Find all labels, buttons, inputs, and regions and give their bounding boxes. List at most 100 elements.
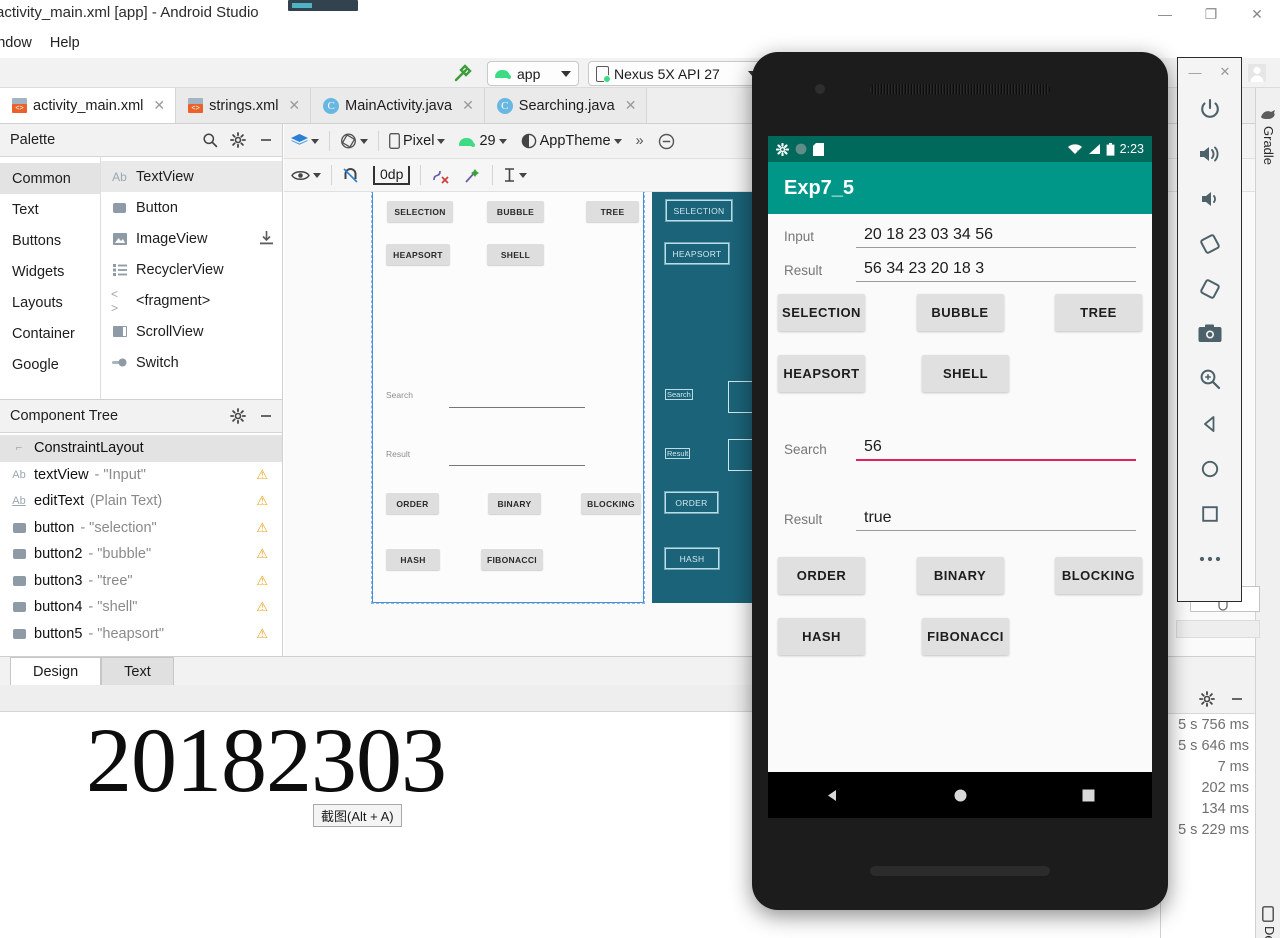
search-icon[interactable] xyxy=(202,132,218,148)
palette-category-containers[interactable]: Container xyxy=(0,318,100,349)
blueprint-button-hash[interactable]: HASH xyxy=(664,547,720,570)
preview-button-order[interactable]: ORDER xyxy=(386,493,439,514)
run-configuration-selector[interactable]: app xyxy=(487,61,579,86)
table-row[interactable]: button3 - "tree" ⚠ xyxy=(0,568,282,595)
floating-capture-widget[interactable] xyxy=(288,0,358,11)
home-icon[interactable] xyxy=(952,787,969,804)
blocking-button[interactable]: BLOCKING xyxy=(1055,557,1142,594)
user-avatar-icon[interactable] xyxy=(1244,60,1270,86)
table-row[interactable]: button5 - "heapsort" ⚠ xyxy=(0,621,282,648)
palette-category-text[interactable]: Text xyxy=(0,194,100,225)
tab-design[interactable]: Design xyxy=(10,657,102,685)
search-result-field[interactable]: true xyxy=(856,509,1136,531)
gear-icon[interactable] xyxy=(230,132,246,148)
close-tab-icon[interactable]: ✕ xyxy=(625,97,637,114)
device-file-explorer-label[interactable]: Device File Explorer xyxy=(1262,926,1277,938)
rotate-right-icon[interactable] xyxy=(1178,266,1241,311)
palette-category-google[interactable]: Google xyxy=(0,349,100,380)
more-icon[interactable] xyxy=(1178,536,1241,581)
tab-searching-java[interactable]: C Searching.java ✕ xyxy=(484,88,648,123)
result-field[interactable]: 56 34 23 20 18 3 xyxy=(856,260,1136,282)
emulator-close-button[interactable]: ✕ xyxy=(1220,64,1231,80)
volume-down-icon[interactable] xyxy=(1178,176,1241,221)
device-selector[interactable]: Nexus 5X API 27 xyxy=(588,61,766,86)
tab-activity-main-xml[interactable]: activity_main.xml ✕ xyxy=(0,88,177,123)
zoom-icon[interactable] xyxy=(1178,356,1241,401)
preview-button-bubble[interactable]: BUBBLE xyxy=(487,201,544,222)
palette-category-buttons[interactable]: Buttons xyxy=(0,225,100,256)
preview-button-shell[interactable]: SHELL xyxy=(487,244,544,265)
warning-icon[interactable]: ⚠ xyxy=(256,626,268,642)
default-margin-button[interactable]: 0dp xyxy=(366,162,417,188)
table-row[interactable]: button4 - "shell" ⚠ xyxy=(0,594,282,621)
preview-field-result[interactable] xyxy=(449,465,585,466)
table-row[interactable]: ⌐ ConstraintLayout xyxy=(0,435,282,462)
orientation-selector[interactable] xyxy=(333,128,375,154)
preview-field-search[interactable] xyxy=(449,407,585,408)
palette-category-widgets[interactable]: Widgets xyxy=(0,256,100,287)
clear-constraints-button[interactable] xyxy=(424,162,457,188)
maximize-window-button[interactable]: ❐ xyxy=(1188,0,1234,28)
back-icon[interactable] xyxy=(1178,401,1241,446)
preview-button-fibonacci[interactable]: FIBONACCI xyxy=(481,549,543,570)
warning-icon[interactable]: ⚠ xyxy=(256,520,268,536)
blueprint-button-order[interactable]: ORDER xyxy=(664,491,719,514)
fibonacci-button[interactable]: FIBONACCI xyxy=(922,618,1009,655)
emulator-window[interactable]: x 2:23 Exp7_5 Input 20 18 23 03 34 56 Re… xyxy=(752,52,1168,910)
tab-strings-xml[interactable]: strings.xml ✕ xyxy=(176,88,312,123)
palette-category-layouts[interactable]: Layouts xyxy=(0,287,100,318)
home-icon[interactable] xyxy=(1178,446,1241,491)
emulator-screen[interactable]: x 2:23 Exp7_5 Input 20 18 23 03 34 56 Re… xyxy=(768,136,1152,818)
palette-item-switch[interactable]: Switch xyxy=(101,347,282,378)
device-file-explorer-icon[interactable] xyxy=(1262,906,1274,922)
order-button[interactable]: ORDER xyxy=(778,557,865,594)
overview-icon[interactable] xyxy=(1178,491,1241,536)
warning-icon[interactable]: ⚠ xyxy=(256,546,268,562)
gear-icon[interactable] xyxy=(1199,690,1215,707)
emulator-minimize-button[interactable]: — xyxy=(1189,65,1202,80)
design-preview-device[interactable]: SELECTION BUBBLE TREE HEAPSORT SHELL Sea… xyxy=(371,192,645,604)
minimize-icon[interactable] xyxy=(258,132,274,148)
search-input[interactable]: 56 xyxy=(856,438,1136,461)
screenshot-icon[interactable] xyxy=(1178,311,1241,356)
preview-button-tree[interactable]: TREE xyxy=(586,201,639,222)
palette-category-common[interactable]: Common xyxy=(0,163,100,194)
preview-button-hash[interactable]: HASH xyxy=(386,549,440,570)
back-icon[interactable] xyxy=(824,787,841,804)
bubble-button[interactable]: BUBBLE xyxy=(916,294,1004,331)
baseline-align-selector[interactable] xyxy=(496,162,534,188)
input-field[interactable]: 20 18 23 03 34 56 xyxy=(856,226,1136,248)
infer-constraints-button[interactable] xyxy=(457,162,489,188)
warning-icon[interactable]: ⚠ xyxy=(256,467,268,483)
table-row[interactable]: Ab textView - "Input" ⚠ xyxy=(0,462,282,489)
tab-mainactivity-java[interactable]: C MainActivity.java ✕ xyxy=(311,88,485,123)
table-row[interactable]: button2 - "bubble" ⚠ xyxy=(0,541,282,568)
download-component-icon[interactable] xyxy=(260,231,273,245)
theme-selector[interactable]: AppTheme xyxy=(514,128,629,154)
preview-button-binary[interactable]: BINARY xyxy=(488,493,541,514)
selection-button[interactable]: SELECTION xyxy=(778,294,865,331)
palette-item-scrollview[interactable]: ScrollView xyxy=(101,316,282,347)
minimize-window-button[interactable]: — xyxy=(1142,0,1188,28)
palette-item-imageview[interactable]: ImageView xyxy=(101,223,282,254)
blueprint-button-selection[interactable]: SELECTION xyxy=(665,199,733,222)
view-options-selector[interactable] xyxy=(284,162,328,188)
build-hammer-icon[interactable] xyxy=(452,62,474,84)
close-tab-icon[interactable]: ✕ xyxy=(153,97,165,114)
device-preview-selector[interactable]: Pixel xyxy=(382,128,452,154)
preview-button-selection[interactable]: SELECTION xyxy=(387,201,453,222)
rotate-left-icon[interactable] xyxy=(1178,221,1241,266)
shell-button[interactable]: SHELL xyxy=(922,355,1009,392)
warning-icon[interactable]: ⚠ xyxy=(256,493,268,509)
gradle-icon[interactable] xyxy=(1260,108,1277,121)
binary-button[interactable]: BINARY xyxy=(916,557,1004,594)
overflow-icon[interactable]: » xyxy=(629,128,651,154)
table-row[interactable]: button - "selection" ⚠ xyxy=(0,515,282,542)
blueprint-button-heapsort[interactable]: HEAPSORT xyxy=(664,242,730,265)
palette-item-recyclerview[interactable]: RecyclerView xyxy=(101,254,282,285)
gradle-tool-label[interactable]: Gradle xyxy=(1261,126,1276,165)
preview-button-heapsort[interactable]: HEAPSORT xyxy=(386,244,450,265)
tree-button[interactable]: TREE xyxy=(1055,294,1142,331)
palette-item-button[interactable]: Button xyxy=(101,192,282,223)
palette-item-fragment[interactable]: < > <fragment> xyxy=(101,285,282,316)
